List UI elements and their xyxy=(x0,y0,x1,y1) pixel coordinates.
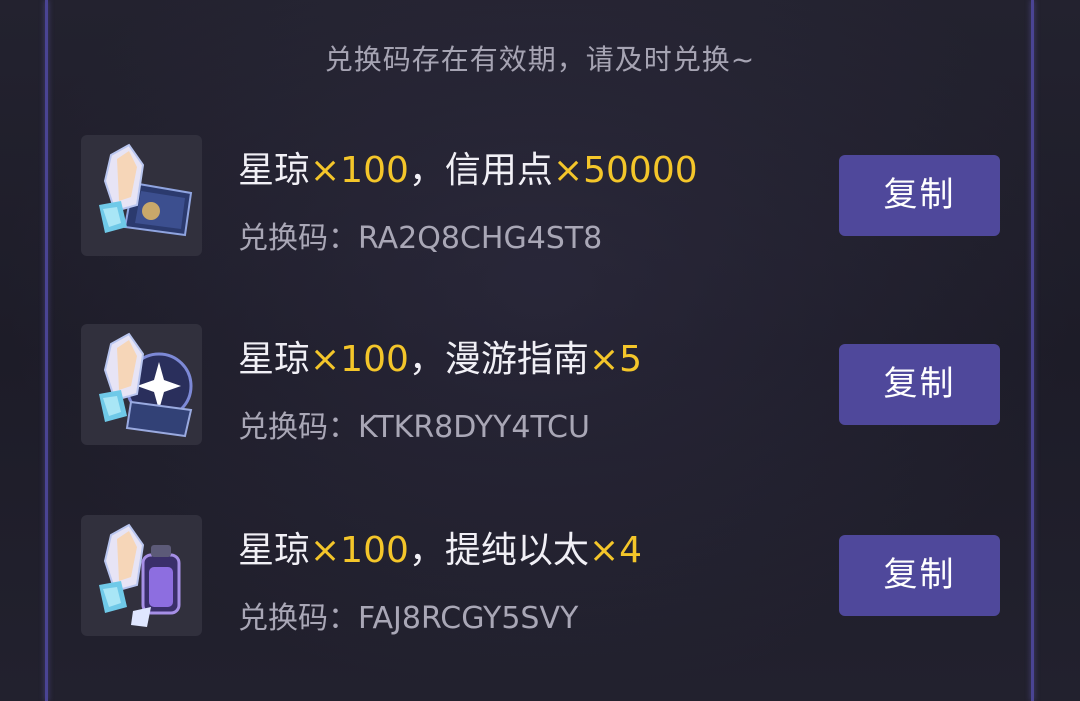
redeem-code-label: 兑换码： xyxy=(238,410,358,445)
redeem-code-label: 兑换码： xyxy=(238,221,358,256)
reward-qty-1: ×100 xyxy=(310,339,409,380)
reward-qty-2: ×5 xyxy=(588,339,643,380)
expiry-notice: 兑换码存在有效期，请及时兑换~ xyxy=(324,43,756,76)
reward-qty-1: ×100 xyxy=(310,530,409,571)
reward-name-2: 漫游指南 xyxy=(444,339,589,380)
redeem-code[interactable]: 兑换码：FAJ8RCGY5SVY xyxy=(238,593,578,637)
reward-separator: ， xyxy=(408,150,445,191)
reward-separator: ， xyxy=(408,339,445,380)
reward-qty-1: ×100 xyxy=(310,150,409,191)
redeem-code-value[interactable]: KTKR8DYY4TCU xyxy=(358,410,590,445)
redeem-code-label: 兑换码： xyxy=(238,601,358,636)
redeem-code-value[interactable]: FAJ8RCGY5SVY xyxy=(358,601,578,636)
reward-name-1: 星琼 xyxy=(238,150,311,191)
code-item: 星琼×100，信用点×50000 兑换码：RA2Q8CHG4ST8 复制 xyxy=(0,135,1080,257)
code-item: 星琼×100，提纯以太×4 兑换码：FAJ8RCGY5SVY 复制 xyxy=(0,515,1080,637)
reward-qty-2: ×50000 xyxy=(552,150,698,191)
crystal-and-credit-card-icon xyxy=(81,135,202,256)
reward-title: 星琼×100，漫游指南×5 xyxy=(238,330,642,382)
reward-separator: ， xyxy=(408,530,445,571)
copy-button[interactable]: 复制 xyxy=(839,155,1000,236)
redeem-code[interactable]: 兑换码：KTKR8DYY4TCU xyxy=(238,402,590,446)
reward-name-1: 星琼 xyxy=(238,339,311,380)
reward-name-2: 提纯以太 xyxy=(444,530,589,571)
crystal-and-guidebook-icon xyxy=(81,324,202,445)
copy-button[interactable]: 复制 xyxy=(839,535,1000,616)
code-item: 星琼×100，漫游指南×5 兑换码：KTKR8DYY4TCU 复制 xyxy=(0,324,1080,446)
reward-title: 星琼×100，信用点×50000 xyxy=(238,141,698,193)
reward-qty-2: ×4 xyxy=(588,530,643,571)
crystal-and-ether-vial-icon xyxy=(81,515,202,636)
reward-name-1: 星琼 xyxy=(238,530,311,571)
copy-button[interactable]: 复制 xyxy=(839,344,1000,425)
redeem-code-value[interactable]: RA2Q8CHG4ST8 xyxy=(358,221,602,256)
redeem-code[interactable]: 兑换码：RA2Q8CHG4ST8 xyxy=(238,213,602,257)
reward-title: 星琼×100，提纯以太×4 xyxy=(238,521,642,573)
reward-name-2: 信用点 xyxy=(444,150,553,191)
